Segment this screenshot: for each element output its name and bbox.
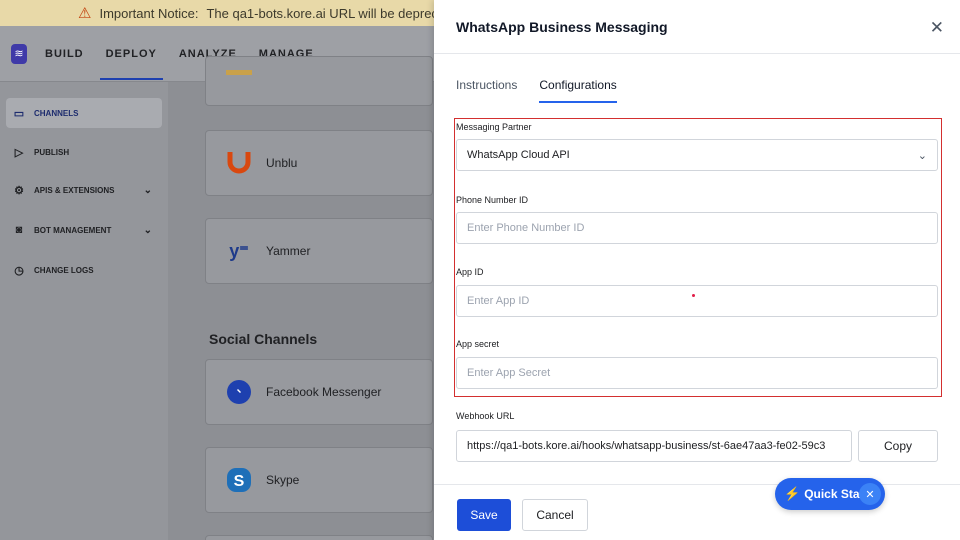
sidebar-item-publish[interactable]: ▷ PUBLISH (6, 137, 162, 167)
nav-tab-build[interactable]: BUILD (45, 26, 84, 82)
channel-card-yammer[interactable]: y⁼ Yammer (205, 218, 433, 284)
app-id-label: App ID (456, 267, 484, 277)
cursor-marker (692, 294, 695, 297)
app-id-input[interactable]: Enter App ID (456, 285, 938, 317)
chat-icon: ▭ (13, 107, 25, 120)
channel-card-skype[interactable]: S Skype (205, 447, 433, 513)
chevron-down-icon: ⌄ (143, 184, 152, 196)
panel-tabs: Instructions Configurations (456, 78, 617, 103)
panel-header: WhatsApp Business Messaging (434, 0, 960, 54)
whatsapp-config-panel: WhatsApp Business Messaging ✕ Instructio… (434, 0, 960, 540)
save-button[interactable]: Save (457, 499, 511, 531)
quick-start-button[interactable]: ⚡ Quick Start ✕ (775, 478, 885, 510)
panel-title: WhatsApp Business Messaging (456, 18, 668, 35)
channel-label: Yammer (266, 244, 311, 258)
svg-text:S: S (234, 473, 245, 490)
app-secret-label: App secret (456, 339, 500, 349)
sidebar-item-label: APIS & EXTENSIONS (34, 185, 115, 195)
channel-card-partial[interactable] (205, 56, 433, 106)
history-icon: ◷ (14, 264, 24, 277)
sidebar-item-label: PUBLISH (34, 147, 70, 157)
channel-label: Facebook Messenger (266, 385, 382, 399)
tab-configurations[interactable]: Configurations (539, 78, 617, 103)
phone-number-id-input[interactable]: Enter Phone Number ID (456, 212, 938, 244)
notice-label: Important Notice: (99, 5, 199, 21)
close-icon[interactable]: ✕ (859, 483, 881, 505)
messaging-partner-label: Messaging Partner (456, 122, 532, 132)
sidebar-item-label: BOT MANAGEMENT (34, 225, 112, 235)
unblu-icon (226, 150, 252, 176)
channel-card-facebook-messenger[interactable]: Facebook Messenger (205, 359, 433, 425)
warning-icon: ⚠ (78, 5, 92, 22)
nav-tab-deploy[interactable]: DEPLOY (99, 26, 164, 82)
close-icon[interactable]: ✕ (930, 18, 944, 38)
channel-label: Skype (266, 473, 300, 487)
cancel-button[interactable]: Cancel (522, 499, 588, 531)
bot-icon: ◙ (15, 224, 23, 236)
copy-button[interactable]: Copy (858, 430, 938, 462)
phone-number-id-label: Phone Number ID (456, 195, 529, 205)
sidebar-item-label: CHANGE LOGS (34, 265, 94, 275)
chevron-down-icon: ⌄ (917, 149, 927, 162)
channel-label: Unblu (266, 156, 298, 170)
sidebar-item-apis-extensions[interactable]: ⚙ APIS & EXTENSIONS ⌄ (6, 175, 162, 205)
sidebar-item-bot-management[interactable]: ◙ BOT MANAGEMENT ⌄ (6, 215, 162, 245)
webhook-url-label: Webhook URL (456, 411, 515, 421)
send-icon: ▷ (14, 146, 24, 159)
sidebar-item-label: CHANNELS (34, 108, 79, 118)
social-channels-title: Social Channels (209, 331, 318, 347)
sidebar-item-channels[interactable]: ▭ CHANNELS (6, 98, 162, 128)
app-secret-input[interactable]: Enter App Secret (456, 357, 938, 389)
webhook-url-field[interactable]: https://qa1-bots.kore.ai/hooks/whatsapp-… (456, 430, 852, 462)
messaging-partner-value: WhatsApp Cloud API (467, 149, 570, 161)
extension-icon: ⚙ (14, 184, 24, 197)
lightning-icon: ⚡ (784, 486, 801, 501)
channel-card-partial[interactable] (205, 535, 433, 540)
yammer-icon: y⁼ (229, 240, 249, 261)
channel-card-unblu[interactable]: Unblu (205, 130, 433, 196)
chevron-down-icon: ⌄ (143, 224, 152, 236)
sidebar: ▭ CHANNELS ▷ PUBLISH ⚙ APIS & EXTENSIONS… (0, 82, 168, 540)
tab-instructions[interactable]: Instructions (456, 78, 517, 103)
messaging-partner-select[interactable]: WhatsApp Cloud API ⌄ (456, 139, 938, 171)
messenger-icon (226, 379, 252, 405)
sidebar-item-change-logs[interactable]: ◷ CHANGE LOGS (6, 255, 162, 285)
skype-icon: S (226, 467, 252, 493)
app-logo-icon[interactable]: ≋ (11, 43, 27, 64)
channel-icon (226, 69, 252, 75)
